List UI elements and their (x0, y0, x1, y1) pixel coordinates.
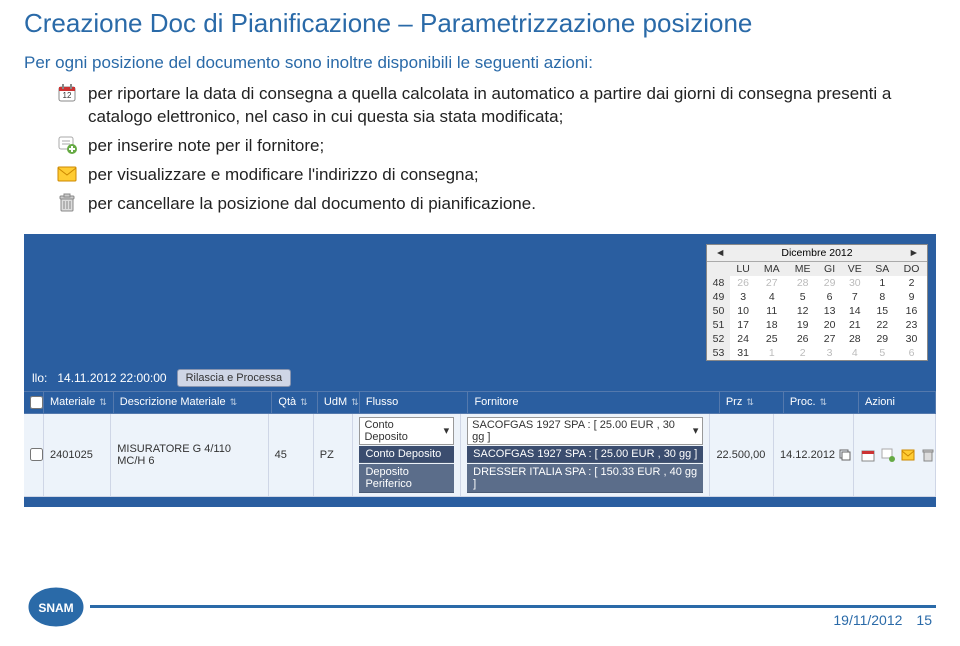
col-materiale[interactable]: Materiale (50, 396, 95, 408)
calendar-popup[interactable]: ◄ Dicembre 2012 ► LUMAMEGIVESADO 4826272… (706, 244, 928, 361)
sort-icon[interactable]: ⇅ (746, 397, 754, 408)
col-flusso[interactable]: Flusso (366, 396, 398, 408)
trash-icon (56, 193, 78, 213)
actions-list: 12 per riportare la data di consegna a q… (24, 83, 936, 216)
col-qta[interactable]: Qtà (278, 396, 296, 408)
table-row: 2401025 MISURATORE G 4/110 MC/H 6 45 PZ … (24, 414, 936, 497)
action-text: per inserire note per il fornitore; (88, 135, 936, 158)
action-text: per riportare la data di consegna a quel… (88, 83, 936, 129)
cell-proc: 14.12.2012 (780, 449, 835, 461)
cell-materiale: 2401025 (44, 414, 111, 496)
cell-qta: 45 (269, 414, 314, 496)
flusso-option[interactable]: Conto Deposito (359, 446, 454, 463)
calendar-grid[interactable]: LUMAMEGIVESADO 4826272829301249345678950… (707, 262, 927, 360)
footer-divider (90, 605, 936, 608)
envelope-icon[interactable] (900, 447, 916, 463)
sort-icon[interactable]: ⇅ (230, 397, 238, 408)
row-checkbox[interactable] (30, 448, 43, 461)
footer-page: 15 (916, 612, 932, 628)
sort-icon[interactable]: ⇅ (300, 397, 308, 408)
llo-value: 14.11.2012 22:00:00 (57, 371, 166, 385)
col-fornitore[interactable]: Fornitore (474, 396, 518, 408)
note-plus-icon[interactable] (880, 447, 896, 463)
svg-text:SNAM: SNAM (38, 601, 73, 615)
action-item: per visualizzare e modificare l'indirizz… (56, 164, 936, 187)
calendar-next-icon[interactable]: ► (905, 247, 923, 259)
sort-icon[interactable]: ⇅ (820, 397, 828, 408)
fornitore-option[interactable]: DRESSER ITALIA SPA : [ 150.33 EUR , 40 g… (467, 464, 703, 493)
flusso-select[interactable]: Conto Deposito ▾ (359, 417, 454, 445)
calendar-month-label: Dicembre 2012 (781, 247, 852, 259)
info-row: llo: 14.11.2012 22:00:00 Rilascia e Proc… (24, 365, 936, 391)
llo-label: llo: (32, 371, 47, 385)
chevron-down-icon: ▾ (444, 424, 450, 437)
note-plus-icon (56, 135, 78, 155)
snam-logo: SNAM (28, 587, 84, 632)
col-udm[interactable]: UdM (324, 396, 347, 408)
calendar-prev-icon[interactable]: ◄ (711, 247, 729, 259)
calendar-icon[interactable] (860, 447, 876, 463)
footer: SNAM 19/11/2012 15 (0, 590, 960, 646)
col-azioni: Azioni (865, 396, 895, 408)
rilascia-processa-button[interactable]: Rilascia e Processa (177, 369, 292, 387)
cell-udm: PZ (314, 414, 354, 496)
calendar-icon: 12 (56, 83, 78, 103)
embedded-screenshot: ◄ Dicembre 2012 ► LUMAMEGIVESADO 4826272… (24, 234, 936, 507)
action-item: 12 per riportare la data di consegna a q… (56, 83, 936, 129)
flusso-option[interactable]: Deposito Periferico (359, 464, 454, 493)
chevron-down-icon: ▾ (693, 424, 699, 437)
sort-icon[interactable]: ⇅ (99, 397, 107, 408)
action-text: per cancellare la posizione dal document… (88, 193, 936, 216)
footer-date: 19/11/2012 (833, 612, 902, 628)
action-item: per inserire note per il fornitore; (56, 135, 936, 158)
intro-text: Per ogni posizione del documento sono in… (24, 53, 936, 73)
col-proc[interactable]: Proc. (790, 396, 816, 408)
col-prz[interactable]: Prz (726, 396, 743, 408)
cell-prz: 22.500,00 (710, 414, 774, 496)
action-item: per cancellare la posizione dal document… (56, 193, 936, 216)
copy-icon[interactable] (839, 447, 851, 463)
fornitore-option[interactable]: SACOFGAS 1927 SPA : [ 25.00 EUR , 30 gg … (467, 446, 703, 463)
fornitore-select[interactable]: SACOFGAS 1927 SPA : [ 25.00 EUR , 30 gg … (467, 417, 703, 445)
table-header: Materiale ⇅ Descrizione Materiale ⇅ Qtà ⇅ U… (24, 391, 936, 414)
col-descrizione[interactable]: Descrizione Materiale (120, 396, 226, 408)
svg-text:12: 12 (63, 91, 72, 100)
select-all-checkbox[interactable] (30, 396, 43, 409)
envelope-icon (56, 164, 78, 184)
page-title: Creazione Doc di Pianificazione – Parame… (24, 8, 936, 39)
cell-descrizione: MISURATORE G 4/110 MC/H 6 (111, 414, 268, 496)
trash-icon[interactable] (920, 447, 936, 463)
sort-icon[interactable]: ⇅ (351, 397, 359, 408)
action-text: per visualizzare e modificare l'indirizz… (88, 164, 936, 187)
